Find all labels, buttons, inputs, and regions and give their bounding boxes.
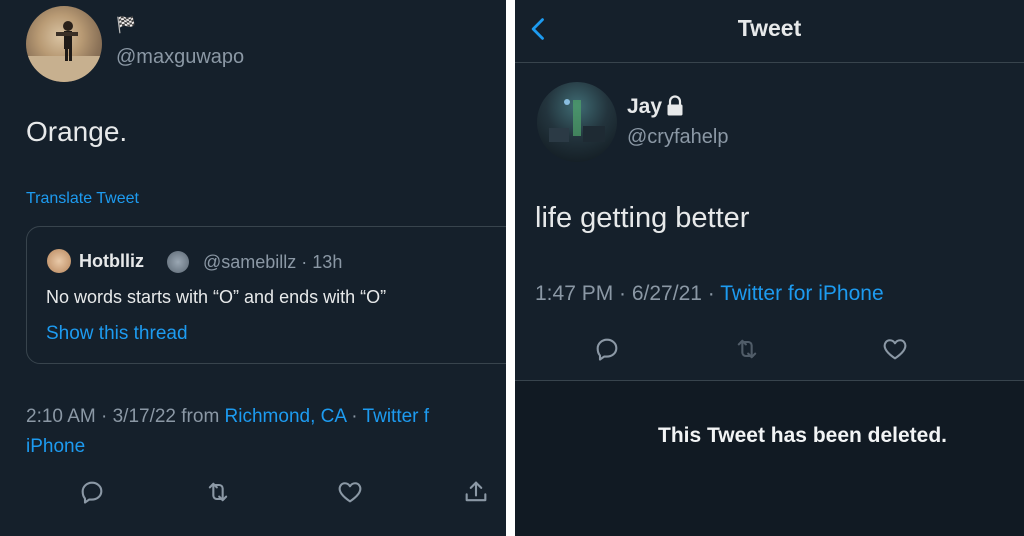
tweet-client-link-cont[interactable]: iPhone: [26, 436, 85, 457]
avatar[interactable]: [26, 6, 102, 82]
user-handle[interactable]: @cryfahelp: [627, 126, 728, 149]
header-divider: [515, 62, 1024, 63]
user-name[interactable]: Jay: [627, 95, 662, 119]
avatar-scene-icon: [549, 99, 605, 142]
lock-icon: [665, 94, 685, 118]
deleted-tweet-text: This Tweet has been deleted.: [658, 424, 948, 447]
quoted-avatar[interactable]: [47, 249, 71, 273]
avatar[interactable]: [537, 82, 617, 162]
tweet-time-date: 2:10 AM · 3/17/22 from: [26, 406, 225, 427]
quoted-tweet-text: No words starts with “O” and ends with “…: [46, 287, 387, 307]
verified-badge-icon: [167, 251, 189, 273]
translate-tweet-link[interactable]: Translate Tweet: [26, 190, 139, 208]
quoted-handle-time: @samebillz · 13h: [203, 252, 343, 272]
retweet-icon[interactable]: [733, 335, 761, 363]
tweet-meta: 2:10 AM · 3/17/22 from Richmond, CA · Tw…: [26, 402, 506, 462]
tweet-location-link[interactable]: Richmond, CA: [225, 406, 346, 427]
reply-icon[interactable]: [593, 335, 621, 363]
share-icon[interactable]: [462, 478, 490, 506]
like-icon[interactable]: [336, 478, 364, 506]
tweet-text: Orange.: [26, 116, 128, 147]
quoted-tweet[interactable]: Hotblliz @samebillz · 13h No words start…: [26, 226, 506, 364]
deleted-tweet-notice: [515, 381, 1024, 536]
flag-emoji: 🏁: [116, 17, 136, 34]
tweet-client-link[interactable]: Twitter for iPhone: [720, 282, 883, 305]
tweet-text: life getting better: [535, 202, 750, 234]
quoted-user-name: Hotblliz: [79, 251, 144, 271]
tweet-client-link[interactable]: Twitter f: [363, 406, 430, 427]
show-thread-link[interactable]: Show this thread: [46, 323, 188, 345]
right-tweet-panel: Tweet Jay @cryfahelp life getting better…: [515, 0, 1024, 536]
retweet-icon[interactable]: [204, 478, 232, 506]
like-icon[interactable]: [881, 335, 909, 363]
page-title: Tweet: [737, 15, 802, 41]
reply-icon[interactable]: [78, 478, 106, 506]
avatar-figure-icon: [26, 21, 102, 82]
left-tweet-panel: 🏁 @maxguwapo Orange. Translate Tweet Hot…: [0, 0, 506, 536]
meta-separator: ·: [346, 406, 363, 427]
tweet-time-date: 1:47 PM · 6/27/21 ·: [535, 282, 721, 305]
tweet-meta: 1:47 PM · 6/27/21 · Twitter for iPhone: [535, 282, 884, 306]
user-handle[interactable]: @maxguwapo: [116, 46, 244, 69]
